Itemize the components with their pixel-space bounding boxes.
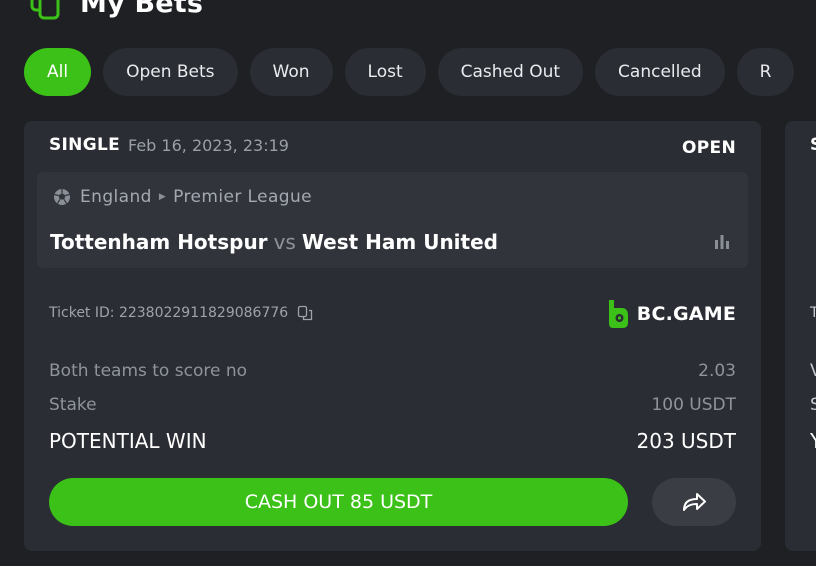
share-icon	[683, 493, 706, 511]
next-bet-type: S	[810, 135, 816, 155]
bc-game-logo-icon	[608, 300, 628, 328]
soccer-ball-icon	[54, 189, 70, 205]
market-label: Both teams to score no	[49, 361, 247, 381]
copy-icon[interactable]	[297, 305, 313, 321]
bets-logo-icon	[30, 0, 60, 20]
brand-logo: BC.GAME	[607, 299, 736, 329]
market-row: Both teams to score no 2.03	[49, 361, 736, 381]
vs-label: vs	[273, 230, 296, 254]
bet-date: Feb 16, 2023, 23:19	[128, 136, 289, 155]
league-breadcrumb: England ▶ Premier League	[53, 187, 312, 207]
page-title: My Bets	[80, 0, 204, 19]
bet-status: OPEN	[682, 138, 736, 158]
next-ticket-label: T	[810, 305, 816, 321]
tab-open-bets[interactable]: Open Bets	[103, 48, 238, 96]
odds-value: 2.03	[698, 361, 736, 381]
potential-win-value: 203 USDT	[636, 429, 736, 453]
stats-icon[interactable]	[714, 235, 730, 249]
next-stake-label: S	[810, 395, 816, 415]
bet-type: SINGLE	[49, 135, 120, 155]
tab-all[interactable]: All	[24, 48, 92, 96]
tab-partial[interactable]: R	[736, 48, 795, 96]
away-team: West Ham United	[301, 230, 498, 254]
home-team: Tottenham Hotspur	[50, 230, 268, 254]
share-button[interactable]	[652, 478, 736, 526]
cash-out-button[interactable]: CASH OUT 85 USDT	[49, 478, 628, 526]
next-bet-card[interactable]: S T V S Y	[785, 121, 816, 551]
match-teams: Tottenham Hotspur vs West Ham United	[50, 230, 498, 254]
bet-card: SINGLE Feb 16, 2023, 23:19 OPEN England …	[24, 121, 761, 551]
ticket-id: 2238022911829086776	[118, 305, 289, 321]
tab-won[interactable]: Won	[249, 48, 333, 96]
ticket-id-row: Ticket ID: 2238022911829086776	[49, 305, 313, 321]
brand-name: BC.GAME	[636, 303, 736, 325]
next-potential-label: Y	[810, 429, 816, 453]
potential-win-row: POTENTIAL WIN 203 USDT	[49, 429, 736, 453]
next-market-label: V	[810, 361, 816, 381]
league-label: Premier League	[173, 187, 312, 207]
country-label: England	[80, 187, 152, 207]
potential-win-label: POTENTIAL WIN	[49, 429, 207, 453]
tab-cancelled[interactable]: Cancelled	[595, 48, 725, 96]
filter-tabs: All Open Bets Won Lost Cashed Out Cancel…	[24, 48, 795, 96]
chevron-right-icon: ▶	[158, 192, 167, 202]
page-header: My Bets	[28, 0, 203, 20]
ticket-label: Ticket ID:	[49, 305, 115, 321]
tab-lost[interactable]: Lost	[344, 48, 426, 96]
match-box[interactable]: England ▶ Premier League Tottenham Hotsp…	[37, 172, 748, 268]
tab-cashed-out[interactable]: Cashed Out	[437, 48, 584, 96]
stake-label: Stake	[49, 395, 97, 415]
stake-row: Stake 100 USDT	[49, 395, 736, 415]
stake-value: 100 USDT	[651, 395, 736, 415]
